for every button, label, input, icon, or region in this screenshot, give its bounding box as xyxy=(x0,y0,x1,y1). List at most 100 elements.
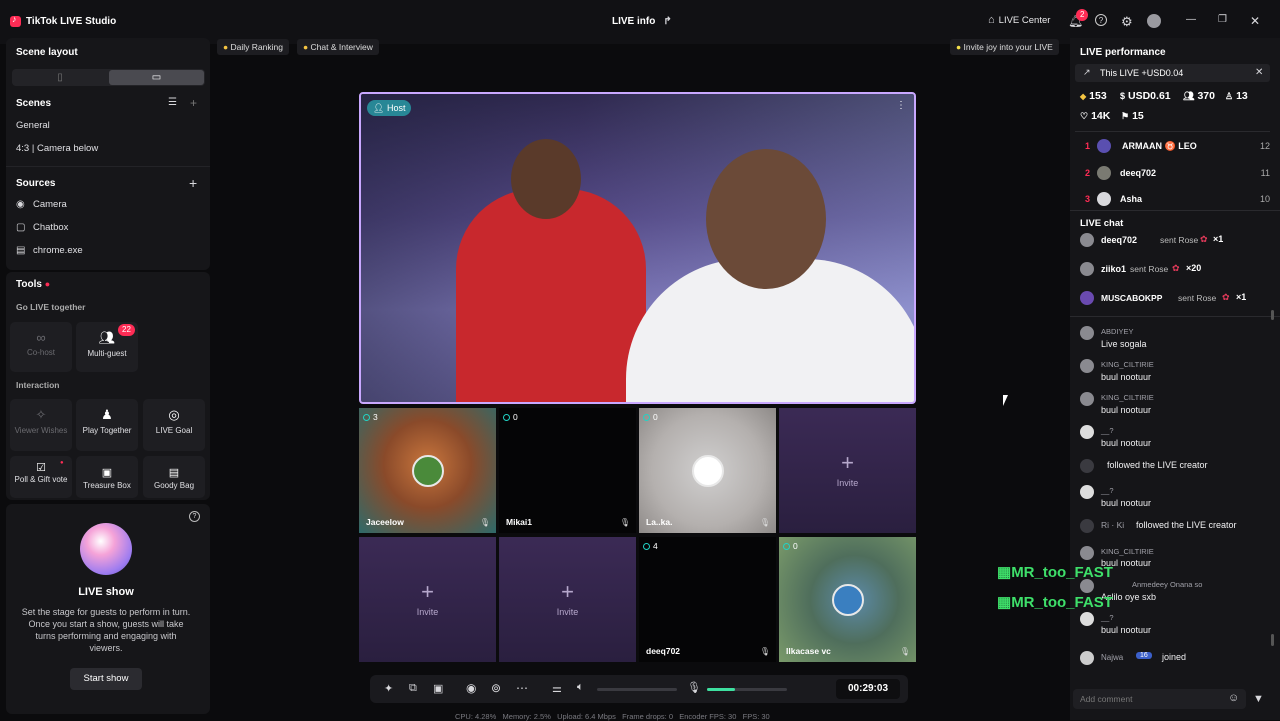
scene-layout-title: Scene layout xyxy=(16,47,78,58)
mic-icon: 🎙︎ xyxy=(619,518,630,527)
list-icon[interactable]: ☰ xyxy=(168,97,177,108)
start-show-button[interactable]: Start show xyxy=(70,668,142,690)
source-item-chrome[interactable]: chrome.exe xyxy=(33,245,83,256)
scenes-title: Scenes xyxy=(16,98,52,109)
follow-icon xyxy=(1080,459,1094,473)
landscape-layout-button[interactable]: ▭ xyxy=(109,70,204,85)
stat-gifters-value: 15 xyxy=(1132,110,1144,122)
filter-icon[interactable]: ▼ xyxy=(1253,693,1264,705)
chat-message: Najwa 16 joined xyxy=(1080,651,1268,665)
live-center-button[interactable]: ⌂ LIVE Center xyxy=(988,14,1050,26)
game-icon: ♟ xyxy=(101,407,113,422)
ranking-row[interactable]: 2 deeq702 11 xyxy=(1080,165,1270,185)
playback-slider[interactable] xyxy=(597,688,677,691)
live-info-button[interactable]: LIVE info ↱ xyxy=(612,16,672,27)
invite-banner[interactable]: ● Invite joy into your LIVE xyxy=(950,39,1059,55)
adjust-icon[interactable]: ⚌ xyxy=(552,682,562,695)
source-item-camera[interactable]: Camera xyxy=(33,199,67,210)
play-together-tool[interactable]: ♟ Play Together xyxy=(76,399,138,451)
guest-tile[interactable]: 4 deeq702 🎙︎ xyxy=(639,537,776,662)
layout-icon[interactable]: ▣ xyxy=(433,682,443,695)
cohost-tool[interactable]: ∞ Co-host xyxy=(10,322,72,372)
chat-scrollbar[interactable] xyxy=(1271,634,1274,646)
close-window-button[interactable]: ✕ xyxy=(1250,14,1260,28)
minimize-button[interactable]: — xyxy=(1186,14,1196,25)
poll-tool[interactable]: ☑ Poll & Gift vote ● xyxy=(10,456,72,498)
multiguest-badge: 22 xyxy=(118,324,135,336)
avatar xyxy=(1080,359,1094,373)
speaker-icon[interactable]: 🔈︎ xyxy=(577,681,584,694)
ranking-row[interactable]: 1 ARMAAN ♉ LEO 12 xyxy=(1080,138,1270,158)
emoji-icon[interactable]: ☺ xyxy=(1228,692,1239,704)
guest-count: 0 xyxy=(503,412,518,422)
mic-volume-slider[interactable] xyxy=(707,688,787,691)
multiguest-tool[interactable]: 👥︎ Multi-guest 22 xyxy=(76,322,138,372)
gift-scrollbar[interactable] xyxy=(1271,310,1274,320)
rank-number: 3 xyxy=(1085,194,1091,204)
rank-score: 12 xyxy=(1259,141,1270,151)
chat-username: Najwa xyxy=(1101,653,1124,662)
maximize-button[interactable]: ❐ xyxy=(1218,14,1227,25)
overlay-icon: ▦ xyxy=(997,564,1012,581)
more-icon[interactable]: ⋮ xyxy=(896,100,906,111)
more-options-icon[interactable]: ⋯ xyxy=(516,681,528,695)
divider xyxy=(1070,210,1280,211)
comment-input[interactable]: Add comment ☺ xyxy=(1073,689,1246,709)
stat-usd: $ USD0.61 xyxy=(1120,90,1171,102)
guest-tile[interactable]: 3 Jaceelow 🎙︎ xyxy=(359,408,496,533)
interaction-label: Interaction xyxy=(16,380,60,390)
add-scene-icon[interactable]: + xyxy=(190,96,197,110)
add-source-icon[interactable]: + xyxy=(189,175,197,191)
help-icon[interactable]: ? xyxy=(189,511,200,522)
host-video[interactable]: 👤︎ Host ⋮ xyxy=(359,92,916,404)
portrait-layout-button[interactable]: ▯ xyxy=(12,69,108,86)
app-logo: TikTok LIVE Studio xyxy=(10,14,116,27)
notification-badge: 2 xyxy=(1076,9,1089,21)
daily-ranking-tab[interactable]: ● Daily Ranking xyxy=(217,39,289,55)
profile-avatar[interactable] xyxy=(1147,14,1161,28)
multiguest-label: Multi-guest xyxy=(87,349,127,358)
chat-interview-tab[interactable]: ● Chat & Interview xyxy=(297,39,379,55)
avatar xyxy=(1080,392,1094,406)
gift-count: ×1 xyxy=(1236,292,1247,302)
notification-button[interactable]: 🔔︎ 2 xyxy=(1068,9,1089,28)
chat-text: followed the LIVE creator xyxy=(1136,520,1237,530)
tools-title: Tools ● xyxy=(16,279,50,290)
layers-icon[interactable]: ⧉ xyxy=(409,682,417,695)
avatar xyxy=(1080,425,1094,439)
settings-button[interactable]: ⚙ xyxy=(1121,14,1133,30)
overlay-name-text: MR_too_FAST xyxy=(1011,564,1113,581)
invite-slot[interactable]: + Invite xyxy=(359,537,496,662)
chat-interview-label: Chat & Interview xyxy=(310,42,373,52)
guest-tile[interactable]: 0 Mikai1 🎙︎ xyxy=(499,408,636,533)
gift-user: ziiko1 xyxy=(1101,264,1127,274)
camera-switch-icon[interactable]: ⊚ xyxy=(491,681,501,695)
invite-slot[interactable]: + Invite xyxy=(499,537,636,662)
goody-bag-tool[interactable]: ▤ Goody Bag xyxy=(143,456,205,498)
chat-message: __? buul nootuur xyxy=(1080,425,1268,449)
scene-item-general[interactable]: General xyxy=(16,120,50,131)
stat-viewers: 👥︎ 370 xyxy=(1183,90,1215,102)
record-icon[interactable]: ◉ xyxy=(466,681,476,695)
source-item-chatbox[interactable]: Chatbox xyxy=(33,222,68,233)
this-live-text: This LIVE +USD0.04 xyxy=(1100,68,1184,78)
guest-tile[interactable]: 0 La..ka. 🎙︎ xyxy=(639,408,776,533)
microphone-icon[interactable]: 🎙︎ xyxy=(687,681,701,694)
this-live-banner[interactable]: ↗ This LIVE +USD0.04 ✕ xyxy=(1075,64,1270,82)
help-button[interactable]: ? xyxy=(1095,14,1107,26)
gift-icon: ⚑ xyxy=(1121,110,1130,121)
level-badge: 16 xyxy=(1136,652,1152,659)
divider xyxy=(1070,316,1280,317)
rank-name: ARMAAN ♉ LEO xyxy=(1122,141,1197,151)
ranking-row[interactable]: 3 Asha 10 xyxy=(1080,191,1270,211)
live-chat-title: LIVE chat xyxy=(1080,218,1124,229)
close-icon[interactable]: ✕ xyxy=(1255,67,1263,78)
viewer-wishes-tool[interactable]: ✧ Viewer Wishes xyxy=(10,399,72,451)
live-goal-tool[interactable]: ◎ LIVE Goal xyxy=(143,399,205,451)
invite-label: Invite xyxy=(416,607,439,617)
guest-tile[interactable]: 0 Ilkacase vc 🎙︎ xyxy=(779,537,916,662)
invite-slot[interactable]: + Invite xyxy=(779,408,916,533)
treasure-box-tool[interactable]: ▣ Treasure Box xyxy=(76,456,138,498)
scene-item-camera-below[interactable]: 4:3 | Camera below xyxy=(16,143,98,154)
effects-icon[interactable]: ✦ xyxy=(384,682,393,695)
